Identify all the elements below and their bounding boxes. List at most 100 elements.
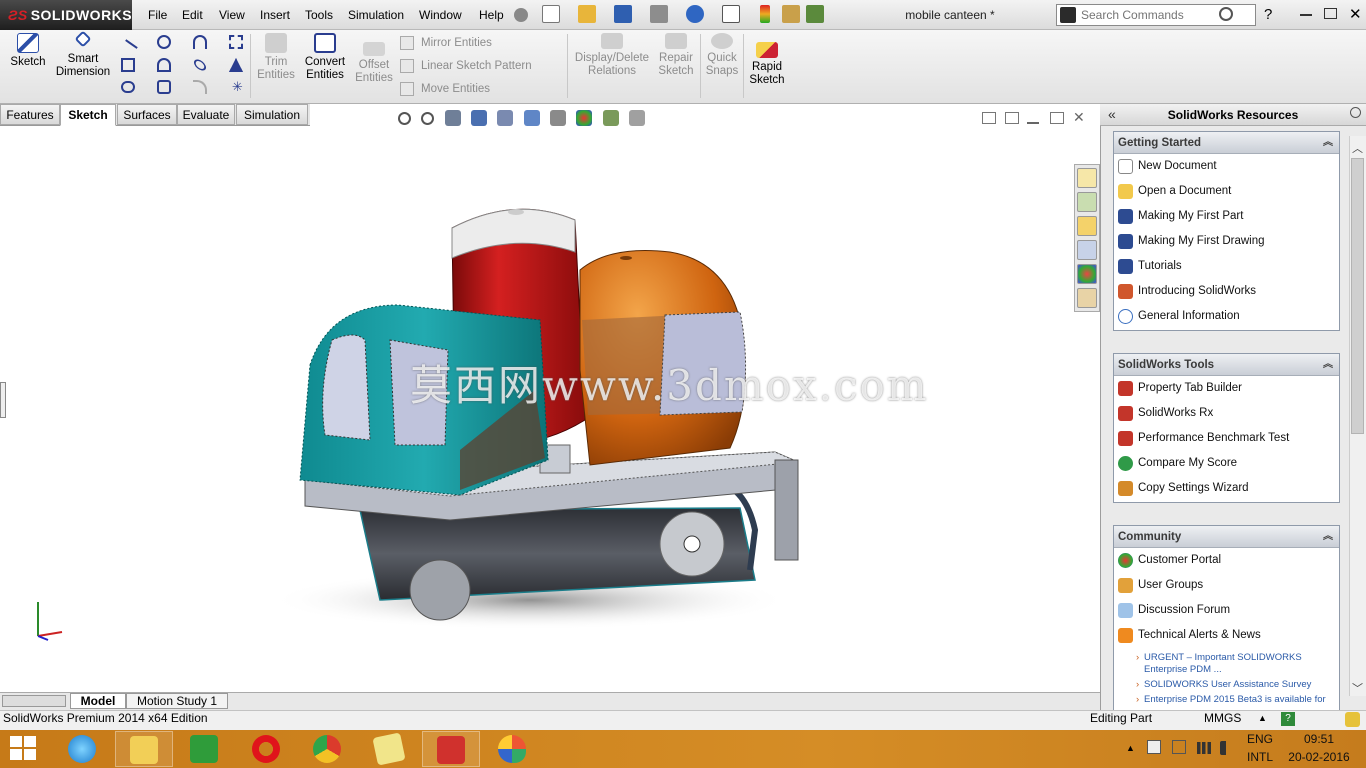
polygon-icon[interactable] [157,80,171,94]
network-signal-icon[interactable] [1197,742,1211,754]
menu-help[interactable]: Help [473,0,510,30]
clock[interactable]: 09:51 20-02-2016 [1286,730,1352,768]
list-item[interactable]: Performance Benchmark Test [1114,426,1339,451]
search-input[interactable] [1081,7,1231,23]
list-item[interactable]: User Groups [1114,573,1339,598]
list-item[interactable]: General Information [1114,304,1339,329]
smart-dimension-button[interactable]: Smart Dimension [54,30,112,79]
list-item[interactable]: Tutorials [1114,254,1339,279]
feature-manager-expand-handle[interactable] [0,382,6,418]
collapse-chevron-icon[interactable]: ︽ [1323,526,1333,548]
select-pointer-icon[interactable] [722,5,740,23]
list-item[interactable]: Property Tab Builder [1114,376,1339,401]
display-style-icon[interactable] [550,110,567,126]
tab-model[interactable]: Model [70,693,126,709]
design-library-icon[interactable] [1077,192,1097,212]
pin-icon[interactable] [514,8,528,22]
language-indicator[interactable]: ENG INTL [1242,730,1278,768]
resources-home-icon[interactable] [1077,168,1097,188]
section-header[interactable]: SolidWorks Tools ︽ [1114,354,1339,376]
menu-edit[interactable]: Edit [176,0,209,30]
section-header[interactable]: Getting Started ︽ [1114,132,1339,154]
sketch-button[interactable]: Sketch [6,33,50,69]
spline-icon[interactable] [193,35,207,49]
save-icon[interactable] [614,5,632,23]
appearances-scenes-icon[interactable] [1077,264,1097,284]
tab-simulation[interactable]: Simulation [236,104,308,125]
list-item[interactable]: SolidWorks Rx [1114,401,1339,426]
tab-surfaces[interactable]: Surfaces [117,104,177,125]
trim-entities-button[interactable]: Trim Entities [254,33,298,82]
list-item[interactable]: Discussion Forum [1114,598,1339,623]
search-icon[interactable] [1219,7,1233,21]
restore-icon[interactable] [1324,8,1337,19]
close-icon[interactable]: ✕ [1349,5,1362,23]
status-units[interactable]: MMGS [1204,711,1241,725]
menu-tools[interactable]: Tools [299,0,339,30]
start-icon[interactable] [10,736,38,762]
menu-view[interactable]: View [213,0,251,30]
news-link[interactable]: Enterprise PDM 2015 Beta3 is available f… [1114,694,1339,706]
scroll-down-icon[interactable]: ﹀ [1352,680,1363,696]
tab-features[interactable]: Features [0,104,60,125]
file-explorer-pane-icon[interactable] [1077,216,1097,236]
repair-sketch-button[interactable]: Repair Sketch [656,33,696,78]
convert-entities-button[interactable]: Convert Entities [302,33,348,82]
taskbar-app[interactable] [238,731,296,767]
offset-entities-button[interactable]: Offset Entities [352,42,396,85]
minimize-icon[interactable] [1300,14,1312,16]
viewport-restore-icon[interactable] [1050,112,1064,124]
tray-overflow-icon[interactable]: ▲ [1126,743,1135,753]
scene-icon[interactable] [602,110,619,126]
volume-icon[interactable] [1220,741,1234,755]
list-item[interactable]: Customer Portal [1114,548,1339,573]
viewport-split-icon[interactable] [982,112,996,124]
print-icon[interactable] [650,5,668,23]
quick-snaps-button[interactable]: Quick Snaps [704,33,740,78]
section-view-icon[interactable] [471,110,488,126]
zoom-to-fit-icon[interactable] [398,111,411,125]
construction-geometry-icon[interactable] [229,35,243,49]
tab-motion-study[interactable]: Motion Study 1 [126,693,228,709]
point-icon[interactable]: ✳ [232,79,243,95]
undo-icon[interactable] [686,5,704,23]
custom-properties-icon[interactable] [1077,288,1097,308]
list-item[interactable]: Technical Alerts & News [1114,623,1339,648]
menu-simulation[interactable]: Simulation [342,0,410,30]
news-link[interactable]: URGENT – Important SOLIDWORKS Enterprise… [1114,652,1339,676]
zoom-to-area-icon[interactable] [421,111,435,125]
slot-icon[interactable] [121,81,135,93]
action-center-icon[interactable] [1147,740,1161,754]
taskbar-app[interactable] [422,731,480,767]
tab-sketch[interactable]: Sketch [60,104,116,126]
collapse-chevron-icon[interactable]: ︽ [1323,354,1333,376]
rebuild-traffic-light-icon[interactable] [760,5,770,23]
view-settings-icon[interactable] [629,110,646,126]
help-icon[interactable]: ? [1264,6,1278,23]
taskbar-app[interactable] [176,731,234,767]
linear-sketch-pattern-button[interactable]: Linear Sketch Pattern [400,57,532,75]
news-link[interactable]: SOLIDWORKS User Assistance Survey [1114,679,1339,691]
list-item[interactable]: Open a Document [1114,179,1339,204]
list-item[interactable]: Making My First Drawing [1114,229,1339,254]
units-up-arrow-icon[interactable]: ▲ [1258,713,1267,723]
collapse-chevron-icon[interactable]: ︽ [1323,132,1333,154]
display-delete-relations-button[interactable]: Display/Delete Relations [572,33,652,78]
menu-file[interactable]: File [142,0,173,30]
list-item[interactable]: Making My First Part [1114,204,1339,229]
help-status-icon[interactable]: ? [1281,712,1295,726]
tab-evaluate[interactable]: Evaluate [177,104,235,125]
dynamic-annotation-icon[interactable] [497,110,514,126]
pin-pane-icon[interactable] [1350,107,1361,118]
new-document-icon[interactable] [542,5,560,23]
solidworks-logo[interactable]: ƧS SOLIDWORKS [0,0,132,30]
taskbar-app[interactable] [54,731,112,767]
search-commands-box[interactable] [1056,4,1256,26]
mobile-canteen-model[interactable] [270,190,830,640]
section-header[interactable]: Community ︽ [1114,526,1339,548]
move-entities-button[interactable]: Move Entities [400,80,490,98]
options-icon[interactable] [806,5,824,23]
view-palette-icon[interactable] [1077,240,1097,260]
viewport-close-icon[interactable]: ✕ [1073,109,1085,126]
scrollbar-thumb[interactable] [1351,158,1364,434]
